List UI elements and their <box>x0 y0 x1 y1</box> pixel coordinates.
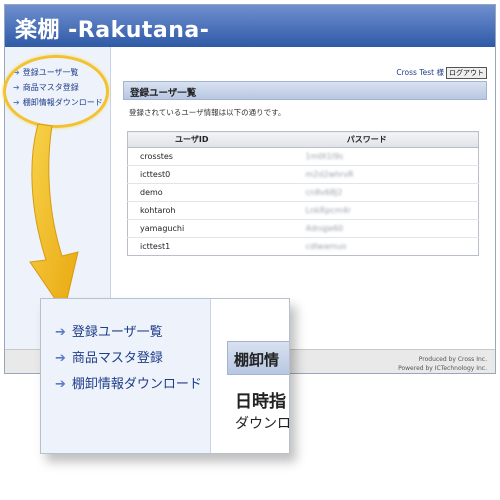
column-header-password: パスワード <box>255 131 479 148</box>
table-row: yamaguchi 4dnqje60 <box>127 219 479 238</box>
user-id-cell: yamaguchi <box>127 219 256 238</box>
password-cell: m2d2whrvR <box>255 165 479 184</box>
user-id-cell: crosstes <box>127 147 256 166</box>
arrow-right-icon: ➔ <box>55 377 66 392</box>
highlight-circle <box>3 55 109 128</box>
zoom-heading: 日時指 <box>235 392 286 412</box>
table-row: crosstes 1m0t1l9s <box>127 147 479 166</box>
zoom-item-label: 登録ユーザ一覧 <box>71 325 163 340</box>
footer-powered-by: Powered by ICTechnology Inc. <box>398 365 487 372</box>
password-cell: 1m0t1l9s <box>255 147 479 166</box>
app-title: 楽棚 -Rakutana- <box>15 18 210 43</box>
password-cell: cdlwamuo <box>255 237 479 256</box>
user-name: Cross Test 様 <box>396 68 444 77</box>
logout-button[interactable]: ログアウト <box>446 67 487 79</box>
password-cell: 4dnqje60 <box>255 219 479 238</box>
password-cell: cn8v68J2 <box>255 183 479 202</box>
arrow-right-icon: ➔ <box>55 351 66 366</box>
table-header-row: ユーザID パスワード <box>127 131 479 148</box>
zoom-sidebar: ➔ 登録ユーザ一覧 ➔ 商品マスタ登録 ➔ 棚卸情報ダウンロード <box>41 299 211 453</box>
header: 楽棚 -Rakutana- <box>5 5 495 47</box>
password-cell: LnkRpcm4r <box>255 201 479 220</box>
table-row: icttest0 m2d2whrvR <box>127 165 479 184</box>
yellow-down-arrow-icon <box>29 123 79 314</box>
zoom-text: ダウンロ <box>235 416 290 432</box>
zoom-item-product-master[interactable]: ➔ 商品マスタ登録 <box>55 347 163 366</box>
arrow-right-icon: ➔ <box>55 325 66 340</box>
column-header-user-id: ユーザID <box>127 131 256 148</box>
user-id-cell: icttest0 <box>127 165 256 184</box>
table-row: icttest1 cdlwamuo <box>127 237 479 256</box>
user-id-cell: kohtaroh <box>127 201 256 220</box>
user-id-cell: icttest1 <box>127 237 256 256</box>
footer-produced-by: Produced by Cross Inc. <box>418 356 487 363</box>
zoom-item-inventory-download[interactable]: ➔ 棚卸情報ダウンロード <box>55 373 202 392</box>
intro-text: 登録されているユーザ情報は以下の通りです。 <box>129 108 286 117</box>
table-row: demo cn8v68J2 <box>127 183 479 202</box>
zoom-item-users[interactable]: ➔ 登録ユーザ一覧 <box>55 321 163 340</box>
zoom-item-label: 棚卸情報ダウンロード <box>71 377 202 392</box>
zoom-item-label: 商品マスタ登録 <box>71 351 163 366</box>
zoom-callout: ➔ 登録ユーザ一覧 ➔ 商品マスタ登録 ➔ 棚卸情報ダウンロード 棚卸情 日時指 ダウ… <box>40 298 290 454</box>
user-info: Cross Test 様ログアウト <box>396 67 487 79</box>
user-id-cell: demo <box>127 183 256 202</box>
zoom-section-title: 棚卸情 <box>227 341 289 375</box>
table-row: kohtaroh LnkRpcm4r <box>127 201 479 220</box>
section-title: 登録ユーザ一覧 <box>123 81 487 100</box>
user-table: ユーザID パスワード crosstes 1m0t1l9s icttest0 m… <box>127 131 479 256</box>
